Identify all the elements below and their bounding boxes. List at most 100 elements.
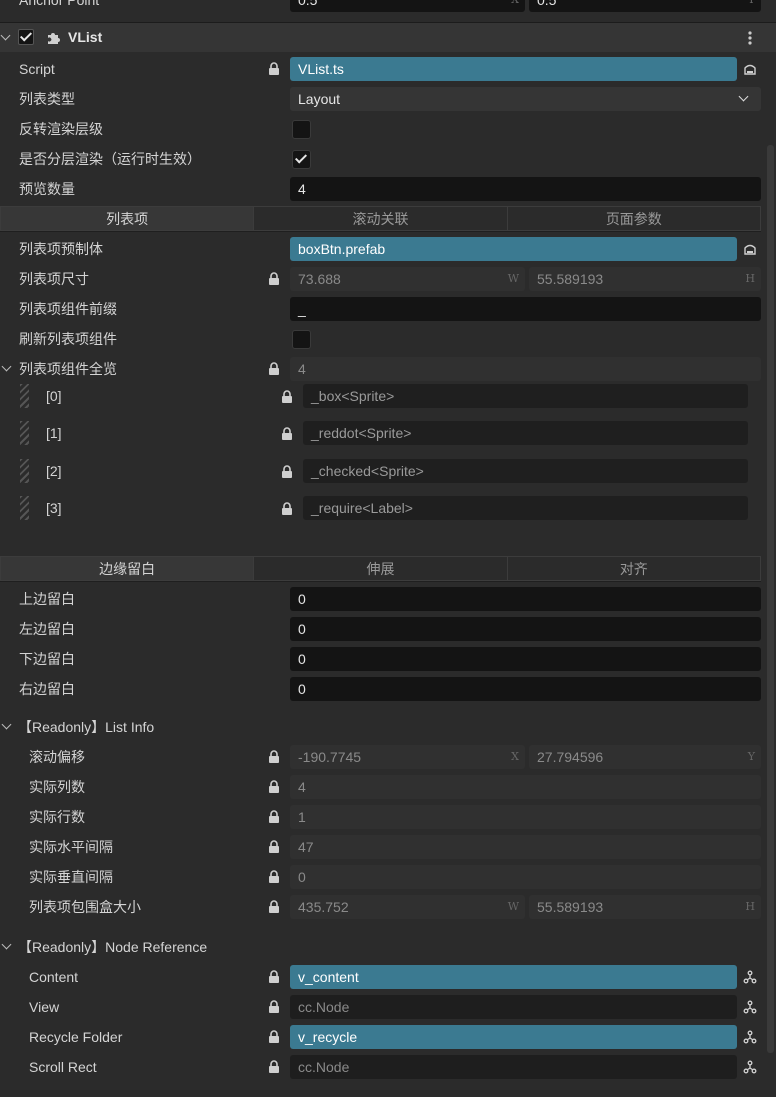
lock-icon [268, 1060, 280, 1074]
script-row: Script VList.ts [0, 54, 776, 84]
node-picker-icon[interactable] [739, 965, 761, 989]
tab-page-params[interactable]: 页面参数 [507, 206, 761, 231]
rows-label: 实际行数 [29, 809, 85, 825]
node-reference-title: 【Readonly】Node Reference [18, 939, 208, 955]
anchor-point-label: Anchor Point [19, 0, 100, 8]
item-width-field: 73.688 W [290, 267, 525, 291]
reverse-checkbox[interactable] [292, 120, 311, 139]
lock-icon [268, 870, 280, 884]
drag-handle[interactable] [20, 421, 29, 445]
item-size-label: 列表项尺寸 [19, 271, 89, 287]
tab-padding[interactable]: 边缘留白 [0, 556, 255, 581]
prefab-label: 列表项预制体 [19, 241, 103, 257]
hgap-label: 实际水平间隔 [29, 839, 113, 855]
more-icon[interactable] [747, 30, 753, 46]
entry-value: _checked<Sprite> [303, 459, 748, 483]
recycle-label: Recycle Folder [29, 1029, 123, 1045]
lock-icon [268, 62, 280, 76]
scroll-rect-row: Scroll Rect cc.Node [0, 1052, 776, 1082]
drag-handle[interactable] [20, 496, 29, 520]
scroll-offset-label: 滚动偏移 [29, 749, 85, 765]
content-label: Content [29, 969, 79, 985]
script-field[interactable]: VList.ts [290, 57, 737, 81]
content-row: Content v_content [0, 962, 776, 992]
lock-icon [281, 502, 293, 516]
drag-handle[interactable] [20, 459, 29, 483]
scroll-y-field: 27.794596 Y [529, 745, 761, 769]
rows-field: 1 [290, 805, 761, 829]
tab-list-item[interactable]: 列表项 [0, 206, 255, 231]
asset-picker-icon[interactable] [739, 237, 761, 261]
padding-top-field[interactable]: 0 [290, 587, 761, 611]
preview-count-field[interactable]: 4 [290, 177, 761, 201]
anchor-y-field[interactable]: 0.5Y [529, 0, 761, 12]
chevron-down-icon[interactable] [1, 361, 12, 372]
lock-icon [268, 1030, 280, 1044]
scrollbar[interactable] [767, 145, 774, 1053]
tab-align[interactable]: 对齐 [507, 556, 761, 581]
puzzle-icon [48, 33, 60, 44]
tab-scroll-link[interactable]: 滚动关联 [254, 206, 508, 231]
prefix-label: 列表项组件前缀 [19, 301, 117, 317]
node-picker-icon[interactable] [739, 1055, 761, 1079]
layered-checkbox[interactable] [292, 150, 311, 169]
node-picker-icon[interactable] [739, 1025, 761, 1049]
chevron-down-icon [738, 91, 749, 102]
drag-handle[interactable] [20, 384, 29, 408]
anchor-x-field[interactable]: 0.5X [290, 0, 525, 12]
hgap-field: 47 [290, 835, 761, 859]
padding-bottom-field[interactable]: 0 [290, 647, 761, 671]
refresh-row: 刷新列表项组件 [0, 324, 776, 354]
lock-icon [268, 362, 280, 376]
layered-row: 是否分层渲染（运行时生效） [0, 144, 776, 174]
scroll-rect-node-field: cc.Node [290, 1055, 737, 1079]
lock-icon [268, 750, 280, 764]
padding-left-field[interactable]: 0 [290, 617, 761, 641]
hgap-row: 实际水平间隔 47 [0, 832, 776, 862]
scroll-rect-label: Scroll Rect [29, 1059, 97, 1075]
chevron-down-icon[interactable] [1, 939, 12, 950]
component-header[interactable]: VList [0, 22, 776, 52]
refresh-checkbox[interactable] [292, 330, 311, 349]
asset-picker-icon[interactable] [739, 57, 761, 81]
node-picker-icon[interactable] [739, 995, 761, 1019]
entry-index: [1] [46, 425, 62, 441]
lock-icon [281, 390, 293, 404]
lock-icon [268, 970, 280, 984]
list-type-row: 列表类型 Layout [0, 84, 776, 114]
vgap-field: 0 [290, 865, 761, 889]
cols-field: 4 [290, 775, 761, 799]
lock-icon [268, 272, 280, 286]
rows-row: 实际行数 1 [0, 802, 776, 832]
prefab-row: 列表项预制体 boxBtn.prefab [0, 234, 776, 264]
lock-icon [268, 840, 280, 854]
component-name: VList [68, 29, 103, 45]
bbox-height-field: 55.589193 H [529, 895, 761, 919]
view-row: View cc.Node [0, 992, 776, 1022]
lock-icon [268, 1000, 280, 1014]
node-reference-section[interactable]: 【Readonly】Node Reference [0, 932, 776, 962]
padding-bottom-label: 下边留白 [19, 651, 75, 667]
lock-icon [281, 465, 293, 479]
component-enabled-checkbox[interactable] [18, 29, 34, 45]
prefix-row: 列表项组件前缀 _ [0, 294, 776, 324]
chevron-down-icon[interactable] [1, 719, 12, 730]
padding-right-field[interactable]: 0 [290, 677, 761, 701]
padding-top-label: 上边留白 [19, 591, 75, 607]
prefab-field[interactable]: boxBtn.prefab [290, 237, 737, 261]
vgap-row: 实际垂直间隔 0 [0, 862, 776, 892]
prefix-field[interactable]: _ [290, 297, 761, 321]
chevron-down-icon[interactable] [0, 30, 11, 41]
lock-icon [268, 900, 280, 914]
entry-value: _require<Label> [303, 496, 748, 520]
list-type-label: 列表类型 [19, 91, 75, 107]
entry-index: [2] [46, 463, 62, 479]
list-type-select[interactable]: Layout [290, 87, 761, 111]
list-info-section[interactable]: 【Readonly】List Info [0, 712, 776, 742]
list-item: [1] _reddot<Sprite> [0, 415, 776, 452]
recycle-row: Recycle Folder v_recycle [0, 1022, 776, 1052]
bbox-label: 列表项包围盒大小 [29, 899, 141, 915]
tab-stretch[interactable]: 伸展 [254, 556, 508, 581]
entry-index: [0] [46, 388, 62, 404]
lock-icon [268, 810, 280, 824]
